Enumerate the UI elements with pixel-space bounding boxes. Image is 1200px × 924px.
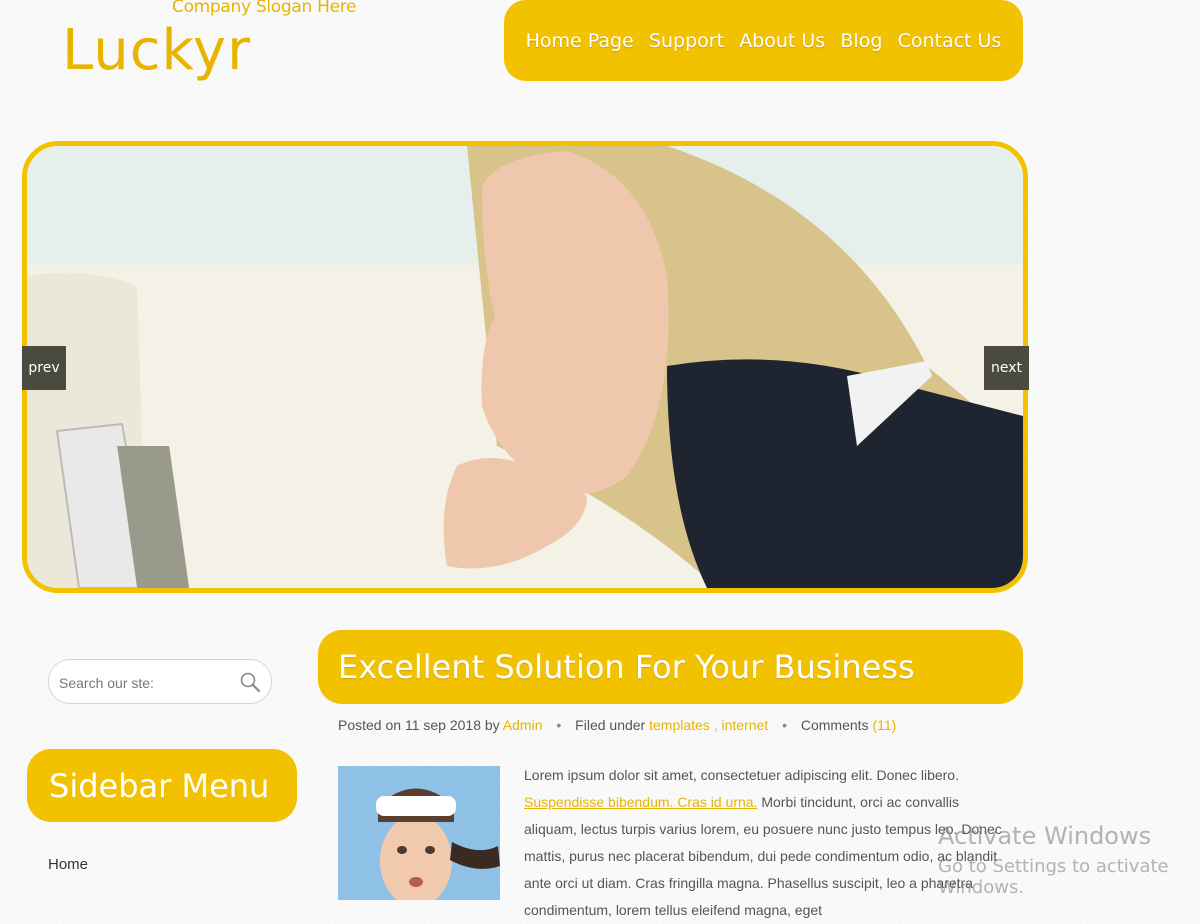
tag-link-templates[interactable]: templates <box>649 717 710 733</box>
search-box <box>48 659 272 704</box>
site-logo[interactable]: Luckyr <box>62 18 251 83</box>
search-icon[interactable] <box>239 671 261 693</box>
nav-contact-us[interactable]: Contact Us <box>898 30 1002 52</box>
comments-label: Comments <box>800 717 869 733</box>
post-author-link[interactable]: Admin <box>503 717 543 733</box>
main-navigation: Home Page Support About Us Blog Contact … <box>504 0 1023 81</box>
sidebar-menu-title: Sidebar Menu <box>27 749 297 822</box>
comments-count-link[interactable]: (11) <box>872 717 896 733</box>
nav-blog[interactable]: Blog <box>840 30 882 52</box>
image-slider <box>22 141 1028 593</box>
filed-under-label: Filed under <box>575 717 646 733</box>
post-meta: Posted on 11 sep 2018 by Admin • Filed u… <box>338 717 896 733</box>
meta-separator: • <box>782 717 787 733</box>
company-slogan: Company Slogan Here <box>172 0 357 17</box>
post-body-text-start: Lorem ipsum dolor sit amet, consectetuer… <box>524 767 959 783</box>
nav-support[interactable]: Support <box>649 30 724 52</box>
slider-prev-button[interactable]: prev <box>22 346 66 390</box>
slider-photo <box>27 146 1023 588</box>
by-label: by <box>484 717 500 733</box>
post-thumbnail-image[interactable] <box>338 766 500 900</box>
meta-separator: • <box>556 717 562 733</box>
post-body-link[interactable]: Suspendisse bibendum. Cras id urna. <box>524 794 757 810</box>
slider-next-button[interactable]: next <box>984 346 1029 390</box>
search-input[interactable] <box>57 668 241 698</box>
nav-about-us[interactable]: About Us <box>739 30 825 52</box>
posted-on-label: Posted on <box>338 717 402 733</box>
tag-link-internet[interactable]: internet <box>721 717 768 733</box>
post-thumbnail-illustration <box>338 766 500 900</box>
post-title[interactable]: Excellent Solution For Your Business <box>318 630 1023 704</box>
sidebar-item-home[interactable]: Home <box>48 856 88 873</box>
nav-home-page[interactable]: Home Page <box>526 30 634 52</box>
post-date: 11 sep 2018 <box>404 717 481 733</box>
tag-separator: , <box>713 717 718 733</box>
post-body-text-rest: Morbi tincidunt, orci ac convallis aliqu… <box>524 794 1002 918</box>
slider-photo-illustration <box>27 146 1023 588</box>
